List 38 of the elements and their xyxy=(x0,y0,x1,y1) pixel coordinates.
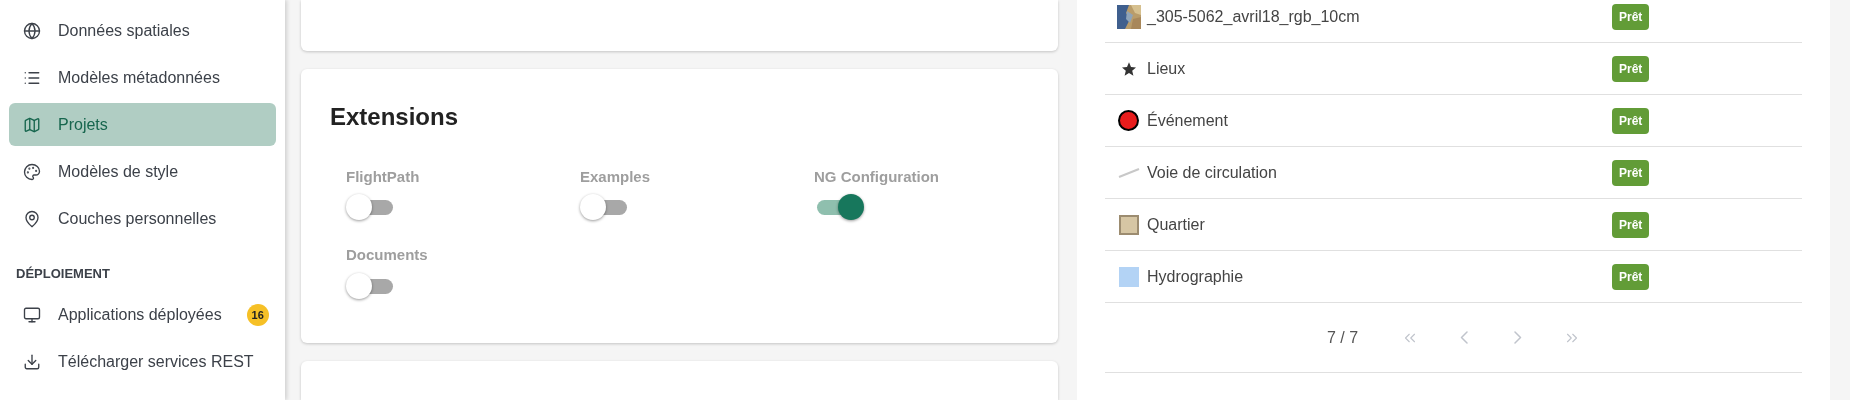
sidebar-item[interactable]: Applications déployées 16 xyxy=(9,293,276,337)
chevron-icon xyxy=(1460,331,1469,344)
layer-name: Événement xyxy=(1147,110,1229,131)
globe-icon xyxy=(23,21,41,40)
sidebar-item[interactable]: Modèles métadonnées xyxy=(9,56,276,99)
toggle-switch[interactable] xyxy=(814,194,864,221)
monitor-icon xyxy=(23,306,41,324)
status-badge: Prêt xyxy=(1612,211,1650,238)
layer-name: Quartier xyxy=(1147,214,1206,235)
map-pin-icon xyxy=(23,209,41,228)
download-icon xyxy=(23,353,41,371)
toggle-label: FlightPath xyxy=(346,166,421,187)
map-icon xyxy=(23,115,41,134)
line-symbol-icon xyxy=(1118,167,1140,178)
section-heading: DÉPLOIEMENT xyxy=(15,265,111,283)
page-indicator: 7 / 7 xyxy=(1327,327,1359,348)
status-badge: Prêt xyxy=(1612,55,1650,82)
sidebar-item[interactable]: Télécharger services REST xyxy=(9,340,276,384)
palette-icon xyxy=(23,162,41,181)
card-title: Extensions xyxy=(330,101,460,132)
chevron-icon xyxy=(1514,331,1523,344)
layer-name: Hydrographie xyxy=(1147,266,1245,287)
status-badge: Prêt xyxy=(1612,107,1650,134)
sidebar-item[interactable]: Modèles de style xyxy=(9,150,276,193)
sidebar-item[interactable]: Projets xyxy=(9,103,276,146)
sidebar-item[interactable]: Données spatiales xyxy=(9,9,276,52)
toggle-label: NG Configuration xyxy=(814,166,940,187)
toggle-label: Documents xyxy=(346,245,429,266)
sidebar-item[interactable]: Couches personnelles xyxy=(9,197,276,240)
count-badge: 16 xyxy=(246,304,269,326)
layer-name: Lieux xyxy=(1147,58,1187,79)
toggle-label: Examples xyxy=(580,166,652,187)
status-badge: Prêt xyxy=(1612,263,1650,290)
star-icon xyxy=(1121,60,1137,77)
status-badge: Prêt xyxy=(1612,4,1650,30)
status-badge: Prêt xyxy=(1612,159,1650,186)
layer-name: _305-5062_avril18_rgb_10cm xyxy=(1147,7,1361,27)
layer-name: Voie de circulation xyxy=(1147,162,1278,183)
